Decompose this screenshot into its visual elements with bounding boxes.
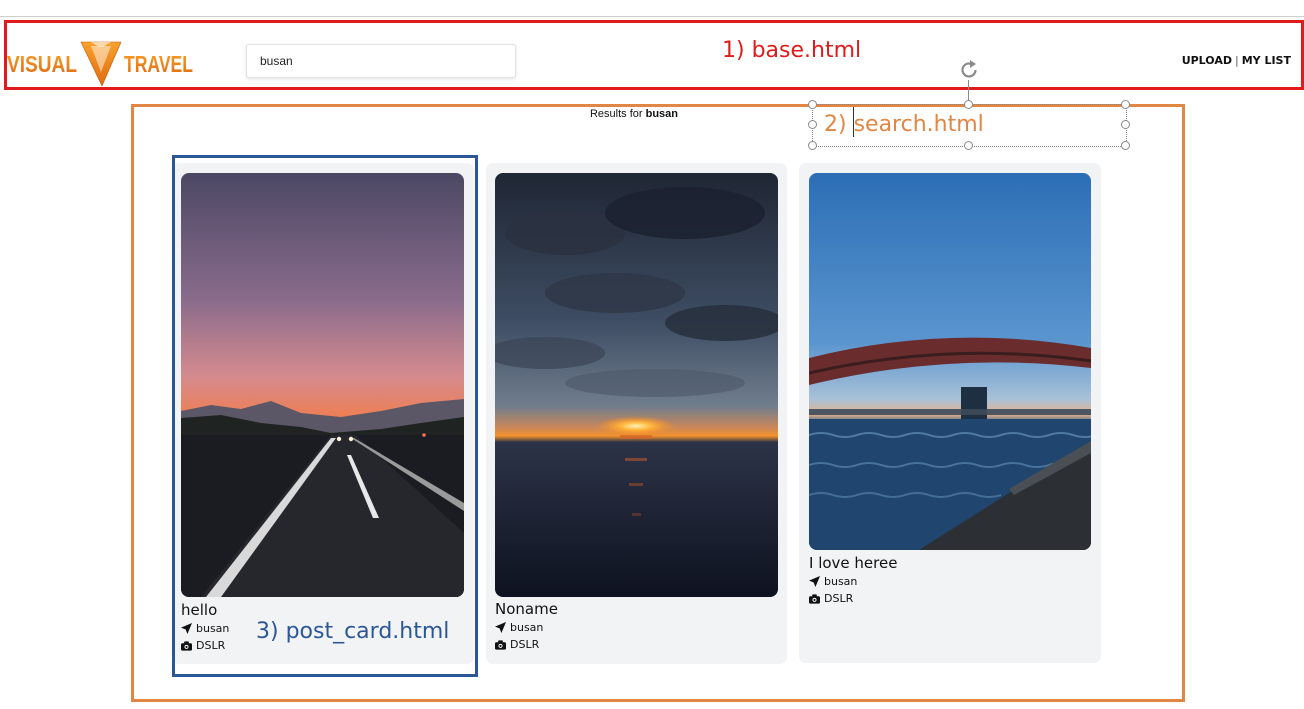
- resize-handle-n[interactable]: [964, 100, 973, 109]
- location-arrow-icon: [809, 576, 820, 587]
- post-camera: DSLR: [809, 592, 853, 605]
- resize-handle-ne[interactable]: [1121, 100, 1130, 109]
- location-arrow-icon: [495, 622, 506, 633]
- base-html-annotation-box: [4, 20, 1304, 90]
- resize-handle-w[interactable]: [808, 120, 817, 129]
- post-title[interactable]: Noname: [495, 600, 558, 618]
- logo[interactable]: VISUAL TRAVEL: [7, 36, 197, 88]
- resize-handle-sw[interactable]: [808, 141, 817, 150]
- rotate-handle-stem: [968, 80, 969, 100]
- post-location: busan: [809, 575, 857, 588]
- upload-link[interactable]: UPLOAD: [1182, 54, 1232, 67]
- resize-handle-e[interactable]: [1121, 120, 1130, 129]
- post-card-html-label: 3) post_card.html: [256, 619, 450, 644]
- post-image-river-bridge[interactable]: [809, 173, 1091, 550]
- post-card-html-annotation-box: [172, 155, 478, 677]
- resize-handle-se[interactable]: [1121, 141, 1130, 150]
- post-title[interactable]: I love heree: [809, 554, 897, 572]
- results-query: busan: [645, 108, 679, 120]
- post-location: busan: [495, 621, 543, 634]
- nav-separator: |: [1235, 54, 1239, 67]
- base-html-label: 1) base.html: [722, 38, 862, 63]
- header-nav: UPLOAD | MY LIST: [1182, 54, 1291, 67]
- post-image-ocean-sunset[interactable]: [495, 173, 778, 597]
- resize-handle-nw[interactable]: [808, 100, 817, 109]
- text-caret: [853, 107, 854, 137]
- rotate-handle-icon[interactable]: [957, 58, 981, 82]
- results-prefix: Results for: [589, 108, 643, 120]
- logo-left-text: VISUAL: [7, 51, 77, 77]
- search-html-label: 2) search.html: [824, 112, 984, 137]
- my-list-link[interactable]: MY LIST: [1242, 54, 1291, 67]
- camera-icon: [809, 593, 820, 604]
- search-input[interactable]: [246, 44, 516, 78]
- resize-handle-s[interactable]: [964, 141, 973, 150]
- top-divider: [0, 16, 1304, 17]
- logo-right-text: TRAVEL: [124, 51, 193, 77]
- post-camera: DSLR: [495, 638, 539, 651]
- camera-icon: [495, 639, 506, 650]
